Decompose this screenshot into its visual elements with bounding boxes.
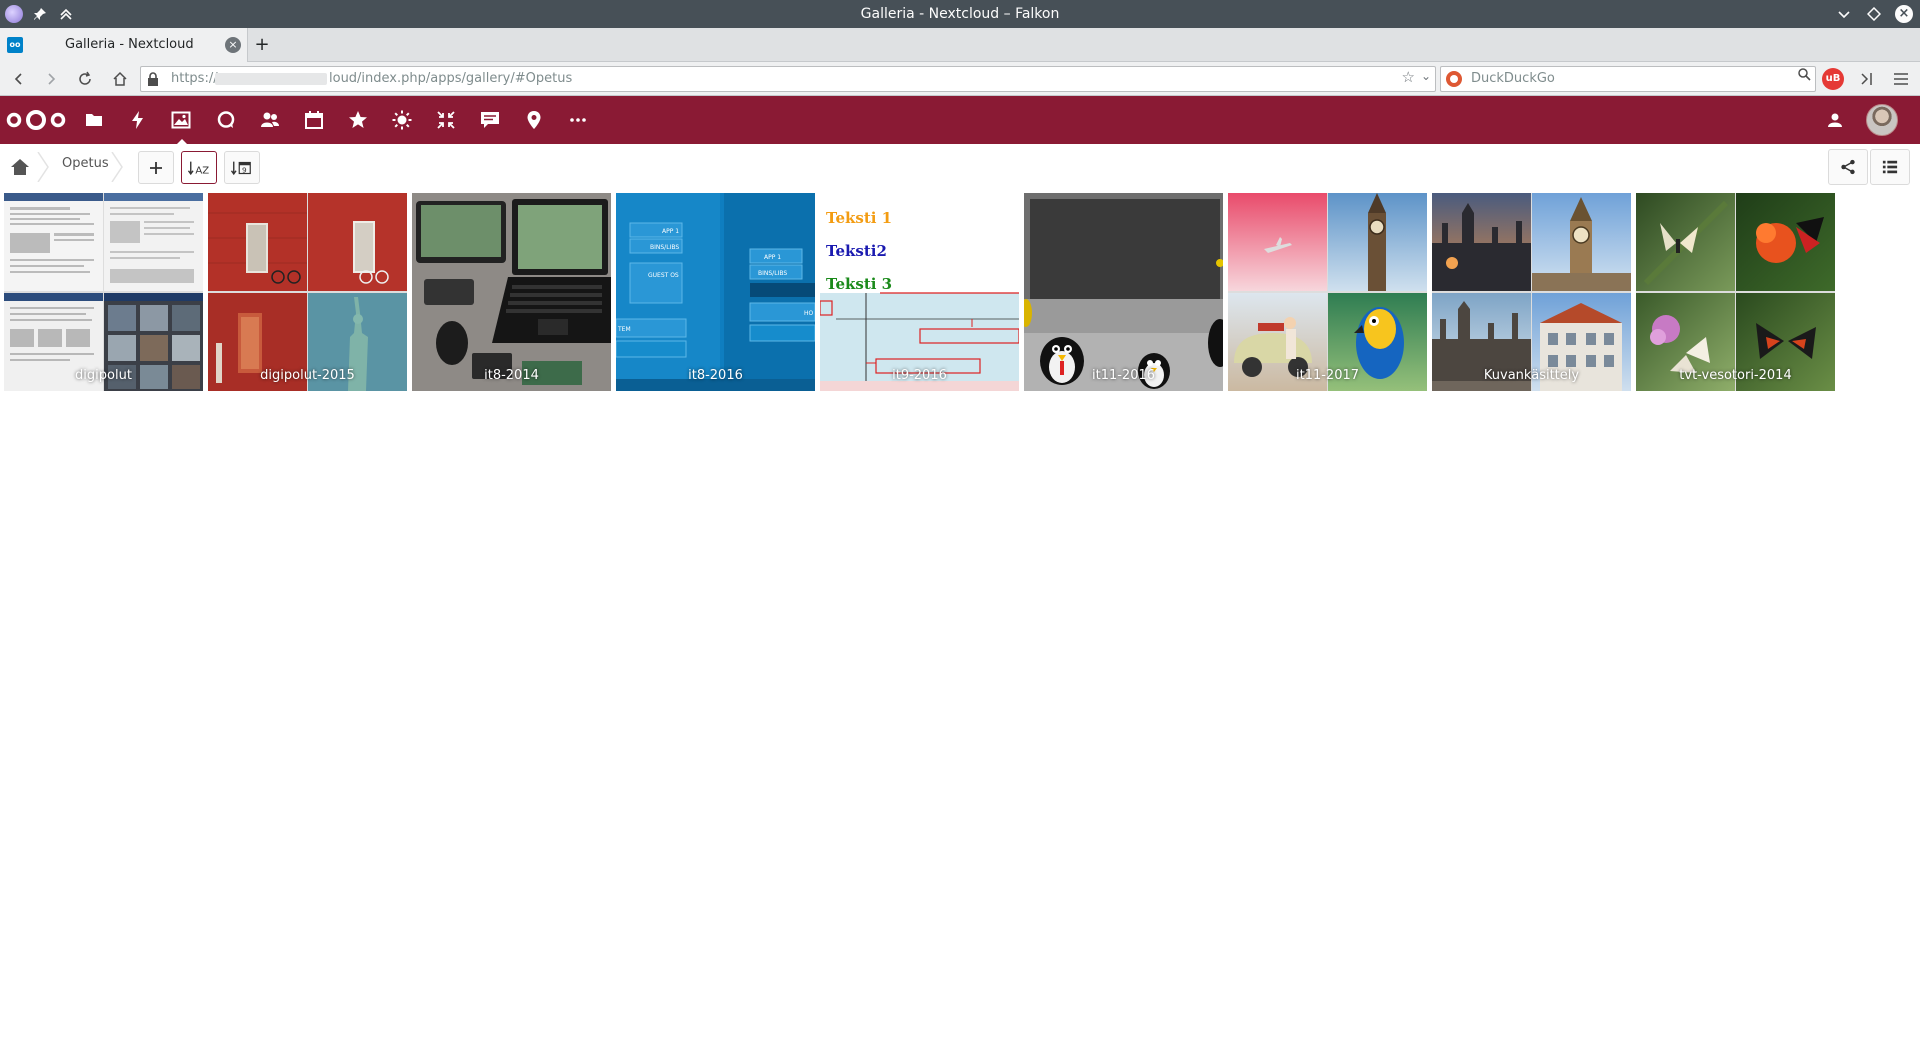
calendar-icon[interactable] [300, 106, 328, 134]
url-redacted [215, 73, 327, 85]
files-icon[interactable] [80, 106, 108, 134]
share-button[interactable] [1828, 149, 1868, 185]
gallery-controls: Opetus AZ 9 [0, 144, 1920, 190]
album-it11-2017[interactable]: it11-2017 [1228, 193, 1427, 391]
album-it9-2016[interactable]: Teksti 1 Teksti2 Teksti 3 it9-2016 [820, 193, 1019, 391]
album-label: digipolut [75, 368, 132, 383]
tab-galleria[interactable]: oo Galleria - Nextcloud × [0, 28, 248, 62]
weather-icon[interactable] [388, 106, 416, 134]
diagram-label-ho: HO [804, 310, 814, 317]
album-it8-2016[interactable]: APP 1 BINS/LIBS GUEST OS APP 1 BINS/LIBS… [616, 193, 815, 391]
new-tab-icon[interactable]: + [252, 28, 272, 62]
nextcloud-favicon-icon: oo [7, 37, 23, 53]
diagram-label-app1b: APP 1 [764, 254, 781, 261]
album-label: it8-2014 [484, 368, 539, 383]
maximize-icon[interactable] [1864, 4, 1884, 24]
window-title: Galleria - Nextcloud – Falkon [860, 6, 1060, 22]
reload-icon[interactable] [72, 66, 98, 92]
search-placeholder: DuckDuckGo [1471, 71, 1555, 86]
album-kuvankasittely[interactable]: Kuvankäsittely [1432, 193, 1631, 391]
diagram-label-app1: APP 1 [662, 228, 679, 235]
album-label: it8-2016 [688, 368, 743, 383]
svg-text:AZ: AZ [195, 165, 209, 176]
album-label: Kuvankäsittely [1483, 368, 1580, 383]
url-prefix: https:// [171, 71, 218, 86]
svg-text:9: 9 [242, 165, 247, 174]
user-avatar[interactable] [1866, 104, 1898, 136]
sidebar-toggle-icon[interactable] [1854, 66, 1880, 92]
nextcloud-logo-icon[interactable] [6, 108, 66, 132]
favorites-icon[interactable] [344, 106, 372, 134]
contacts-menu-icon[interactable] [1823, 108, 1847, 132]
plus-icon [150, 161, 162, 174]
tab-bar: oo Galleria - Nextcloud × + [0, 28, 1920, 62]
album-it11-2016[interactable]: it11-2016 [1024, 193, 1223, 391]
sort-by-date-button[interactable]: 9 [224, 151, 260, 184]
forward-icon[interactable] [38, 66, 64, 92]
album-label: it11-2017 [1295, 368, 1360, 383]
talk-icon[interactable] [212, 106, 240, 134]
lock-icon [148, 72, 158, 86]
album-it8-2014[interactable]: it8-2014 [412, 193, 611, 391]
list-view-icon [1882, 160, 1898, 174]
album-label: it9-2016 [892, 368, 947, 383]
home-icon[interactable] [107, 66, 133, 92]
maps-icon[interactable] [520, 106, 548, 134]
shrink-icon[interactable] [432, 106, 460, 134]
sort-alpha-icon: AZ [188, 161, 209, 176]
gallery-icon[interactable] [167, 106, 195, 144]
sort-date-icon: 9 [231, 161, 251, 175]
search-bar[interactable]: DuckDuckGo [1440, 66, 1816, 92]
text-teksti-3: Teksti 3 [826, 275, 892, 293]
activity-icon[interactable] [124, 106, 152, 134]
album-digipolut[interactable]: digipolut [4, 193, 203, 391]
nextcloud-header [0, 96, 1920, 144]
album-label: tvt-vesotori-2014 [1679, 368, 1792, 383]
breadcrumb-opetus[interactable]: Opetus [62, 144, 109, 184]
album-label: digipolut-2015 [260, 368, 355, 383]
diagram-label-tem: TEM [617, 326, 631, 333]
more-apps-icon[interactable] [564, 106, 592, 134]
diagram-label-guest: GUEST OS [648, 272, 679, 279]
text-teksti-2: Teksti2 [826, 242, 887, 260]
album-grid: digipolut digipolut-2015 it8-2014 APP 1 … [4, 193, 1835, 391]
tab-label: Galleria - Nextcloud [65, 37, 194, 52]
announcements-icon[interactable] [476, 106, 504, 134]
url-path: loud/index.php/apps/gallery/#Opetus [329, 71, 573, 86]
home-breadcrumb-icon[interactable] [10, 157, 30, 177]
view-toggle-button[interactable] [1870, 149, 1910, 185]
album-label: it11-2016 [1091, 368, 1156, 383]
text-teksti-1: Teksti 1 [826, 209, 892, 227]
album-tvt-vesotori-2014[interactable]: tvt-vesotori-2014 [1636, 193, 1835, 391]
sort-by-name-button[interactable]: AZ [181, 151, 217, 184]
search-icon[interactable] [1798, 68, 1811, 85]
contacts-app-icon[interactable] [256, 106, 284, 134]
diagram-label-bins: BINS/LIBS [650, 244, 679, 251]
share-icon [1841, 159, 1855, 175]
breadcrumb-separator-icon [37, 152, 49, 182]
album-digipolut-2015[interactable]: digipolut-2015 [208, 193, 407, 391]
diagram-label-binsb: BINS/LIBS [758, 270, 787, 277]
window-titlebar: Galleria - Nextcloud – Falkon × [0, 0, 1920, 28]
address-bar[interactable]: https:// loud/index.php/apps/gallery/#Op… [140, 66, 1436, 92]
back-icon[interactable] [6, 66, 32, 92]
adblock-icon[interactable]: uB [1822, 68, 1844, 90]
url-dropdown-icon[interactable]: ⌄ [1421, 69, 1431, 83]
bookmark-star-icon[interactable]: ☆ [1402, 68, 1415, 86]
duckduckgo-icon [1446, 71, 1462, 87]
minimize-icon[interactable] [1834, 4, 1854, 24]
add-button[interactable] [138, 151, 174, 184]
menu-hamburger-icon[interactable] [1888, 66, 1914, 92]
breadcrumb-separator-icon [111, 152, 123, 182]
close-window-icon[interactable]: × [1894, 4, 1914, 24]
navigation-toolbar: https:// loud/index.php/apps/gallery/#Op… [0, 62, 1920, 96]
tab-close-icon[interactable]: × [225, 37, 241, 53]
